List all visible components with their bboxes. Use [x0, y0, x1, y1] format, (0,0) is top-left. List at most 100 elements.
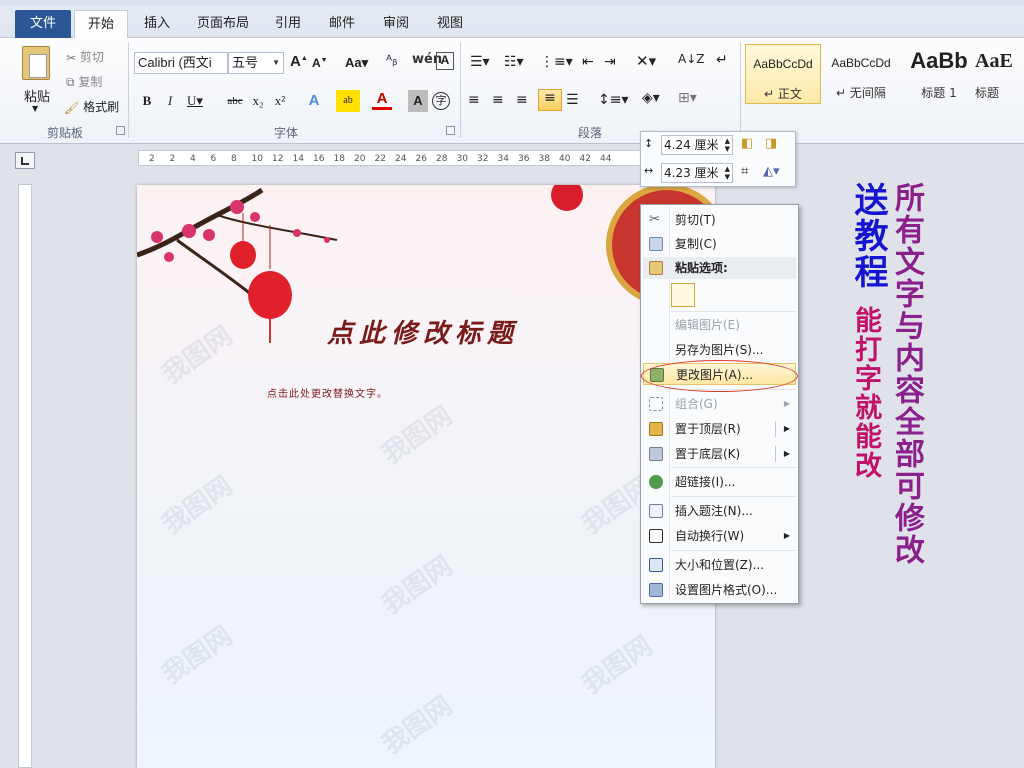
multilevel-list-icon[interactable]: ⋮≡▾ [540, 54, 573, 70]
bullets-icon[interactable]: ☰▾ [470, 54, 490, 70]
font-color-icon[interactable]: A [372, 90, 392, 110]
menu-item-label: 另存为图片(S)... [675, 343, 764, 357]
style-name-text: 无间隔 [849, 86, 886, 100]
document-title[interactable]: 点此修改标题 [327, 313, 519, 350]
tab-page-layout[interactable]: 页面布局 [190, 10, 256, 38]
cut-label: 剪切 [79, 50, 104, 64]
style-no-spacing[interactable]: AaBbCcDd ↵ 无间隔 [823, 44, 899, 104]
shape-width-input[interactable]: 4.23 厘米 ▲ ▼ [661, 163, 733, 183]
italic-button[interactable]: I [160, 90, 180, 112]
change-case-icon[interactable]: Aa▾ [345, 55, 368, 71]
shape-height-input[interactable]: 4.24 厘米 ▲ ▼ [661, 135, 733, 155]
picture-styles-icon[interactable]: ◭▾ [763, 164, 780, 179]
shape-height-value: 4.24 厘米 [664, 138, 719, 152]
shrink-font-icon[interactable]: A▼ [312, 56, 328, 70]
copy-button[interactable]: ⧉ 复制 [66, 73, 102, 90]
document-body-text[interactable]: 点击此处更改替换文字。 [267, 385, 388, 400]
numbering-icon[interactable]: ☷▾ [504, 54, 524, 70]
bring-forward-icon[interactable]: ◧ [741, 136, 753, 151]
menu-item-edit-picture[interactable]: 编辑图片(E) [643, 314, 796, 336]
line-spacing-icon[interactable]: ↕≡▾ [598, 92, 629, 108]
enclose-char-icon[interactable]: 字 [432, 92, 450, 110]
ruler-tick-label: 22 [374, 154, 386, 164]
vertical-ruler[interactable] [18, 184, 32, 768]
cut-button[interactable]: ✂ 剪切 [66, 48, 104, 65]
spin-up-icon[interactable]: ▲ [725, 137, 730, 145]
menu-item-insert-caption[interactable]: 插入题注(N)... [643, 500, 796, 522]
menu-item-copy[interactable]: 复制(C) [643, 233, 796, 255]
menu-item-label: 自动换行(W) [675, 529, 745, 543]
align-right-button[interactable]: ≡ [516, 92, 528, 108]
style-heading-1[interactable]: AaBb 标题 1 [901, 44, 977, 104]
tab-view[interactable]: 视图 [430, 10, 470, 38]
ribbon-tab-bar: 文件 开始 插入 页面布局 引用 邮件 审阅 视图 [0, 0, 1024, 39]
paste-keep-format-icon[interactable] [671, 283, 695, 307]
paste-paper-icon [29, 54, 47, 78]
menu-item-save-as-picture[interactable]: 另存为图片(S)... [643, 339, 796, 361]
tab-review[interactable]: 审阅 [376, 10, 416, 38]
text-effects-icon[interactable]: A [304, 90, 324, 112]
tab-insert[interactable]: 插入 [135, 10, 179, 38]
align-center-button[interactable]: ≡ [492, 92, 504, 108]
document-page[interactable]: 我图网 我图网 我图网 我图网 我图网 我图网 我图网 我图网 点此修改标题 点… [137, 185, 715, 768]
menu-item-hyperlink[interactable]: 超链接(I)... [643, 471, 796, 493]
style-title[interactable]: AaE 标题 [975, 44, 1024, 104]
superscript-button[interactable]: x² [270, 90, 290, 112]
horizontal-ruler[interactable]: 2 2 4 6 8 10 12 14 16 18 20 22 24 26 28 30 32 34 36 38 40 42 4… [138, 150, 698, 166]
tab-file[interactable]: 文件 [15, 10, 71, 38]
style-normal[interactable]: AaBbCcDd ↵ 正文 [745, 44, 821, 104]
font-name-select[interactable]: Calibri (西文i [134, 52, 228, 74]
submenu-arrow-icon[interactable]: ▶ [784, 418, 790, 440]
change-picture-icon [650, 368, 664, 382]
underline-button[interactable]: U▾ [185, 90, 205, 112]
distribute-button[interactable]: ☰ [566, 92, 579, 108]
bold-button[interactable]: B [137, 90, 157, 112]
spin-up-icon[interactable]: ▲ [725, 165, 730, 173]
sort-icon[interactable]: A↓Z [678, 52, 704, 66]
clipboard-launcher-icon[interactable] [116, 126, 125, 135]
font-launcher-icon[interactable] [446, 126, 455, 135]
menu-item-send-to-back[interactable]: 置于底层(K) ▶ [643, 443, 796, 465]
menu-item-size-position[interactable]: 大小和位置(Z)... [643, 554, 796, 576]
font-size-select[interactable]: 五号 ▼ [228, 52, 284, 74]
char-shading-icon[interactable]: A [408, 90, 428, 112]
clear-format-icon[interactable]: ᴬᵦ [386, 53, 398, 69]
decrease-indent-icon[interactable]: ⇤ [582, 54, 594, 70]
subscript-button[interactable]: x₂ [248, 90, 268, 112]
ruler-tick-label: 26 [415, 154, 427, 164]
borders-icon[interactable]: ⊞▾ [678, 90, 697, 106]
menu-item-wrap-text[interactable]: 自动换行(W) ▶ [643, 525, 796, 547]
grow-font-icon[interactable]: A▲ [290, 53, 308, 70]
send-backward-icon[interactable]: ◨ [765, 136, 777, 151]
chinese-layout-icon[interactable]: ✕▾ [636, 52, 656, 70]
spin-down-icon[interactable]: ▼ [725, 173, 730, 181]
menu-separator [671, 467, 796, 468]
ribbon-home: 粘贴 ▼ ✂ 剪切 ⧉ 复制 🖌 格式刷 剪贴板 Calibri (西文i 五号… [0, 38, 1024, 144]
show-marks-icon[interactable]: ↵ [716, 52, 728, 68]
menu-item-bring-to-front[interactable]: 置于顶层(R) ▶ [643, 418, 796, 440]
ruler-tick-label: 36 [518, 154, 530, 164]
format-painter-button[interactable]: 🖌 格式刷 [64, 98, 119, 115]
spin-down-icon[interactable]: ▼ [725, 145, 730, 153]
tab-references[interactable]: 引用 [268, 10, 308, 38]
increase-indent-icon[interactable]: ⇥ [604, 54, 616, 70]
strikethrough-button[interactable]: abc [222, 90, 248, 112]
menu-item-format-picture[interactable]: 设置图片格式(O)... [643, 579, 796, 601]
tab-selector-icon[interactable] [15, 152, 35, 169]
shading-icon[interactable]: ◈▾ [642, 90, 660, 106]
tab-mailings[interactable]: 邮件 [322, 10, 362, 38]
clipboard-group-label: 剪贴板 [46, 126, 83, 140]
submenu-arrow-icon[interactable]: ▶ [784, 443, 790, 465]
char-border-icon[interactable]: A [436, 52, 454, 70]
menu-item-cut[interactable]: ✂ 剪切(T) [643, 209, 796, 231]
highlight-color-icon[interactable]: ab [336, 90, 360, 112]
menu-item-group[interactable]: 组合(G) ▶ [643, 393, 796, 415]
paste-dropdown-icon[interactable]: ▼ [32, 104, 38, 113]
paste-button[interactable]: 粘贴 ▼ [12, 44, 60, 116]
ruler-tick-label: 38 [538, 154, 550, 164]
tab-home[interactable]: 开始 [74, 10, 128, 39]
align-left-button[interactable]: ≡ [468, 92, 480, 108]
crop-icon[interactable]: ⌗ [741, 164, 748, 179]
menu-item-change-picture[interactable]: 更改图片(A)... [643, 363, 796, 385]
justify-button[interactable]: ≡ [538, 89, 562, 111]
